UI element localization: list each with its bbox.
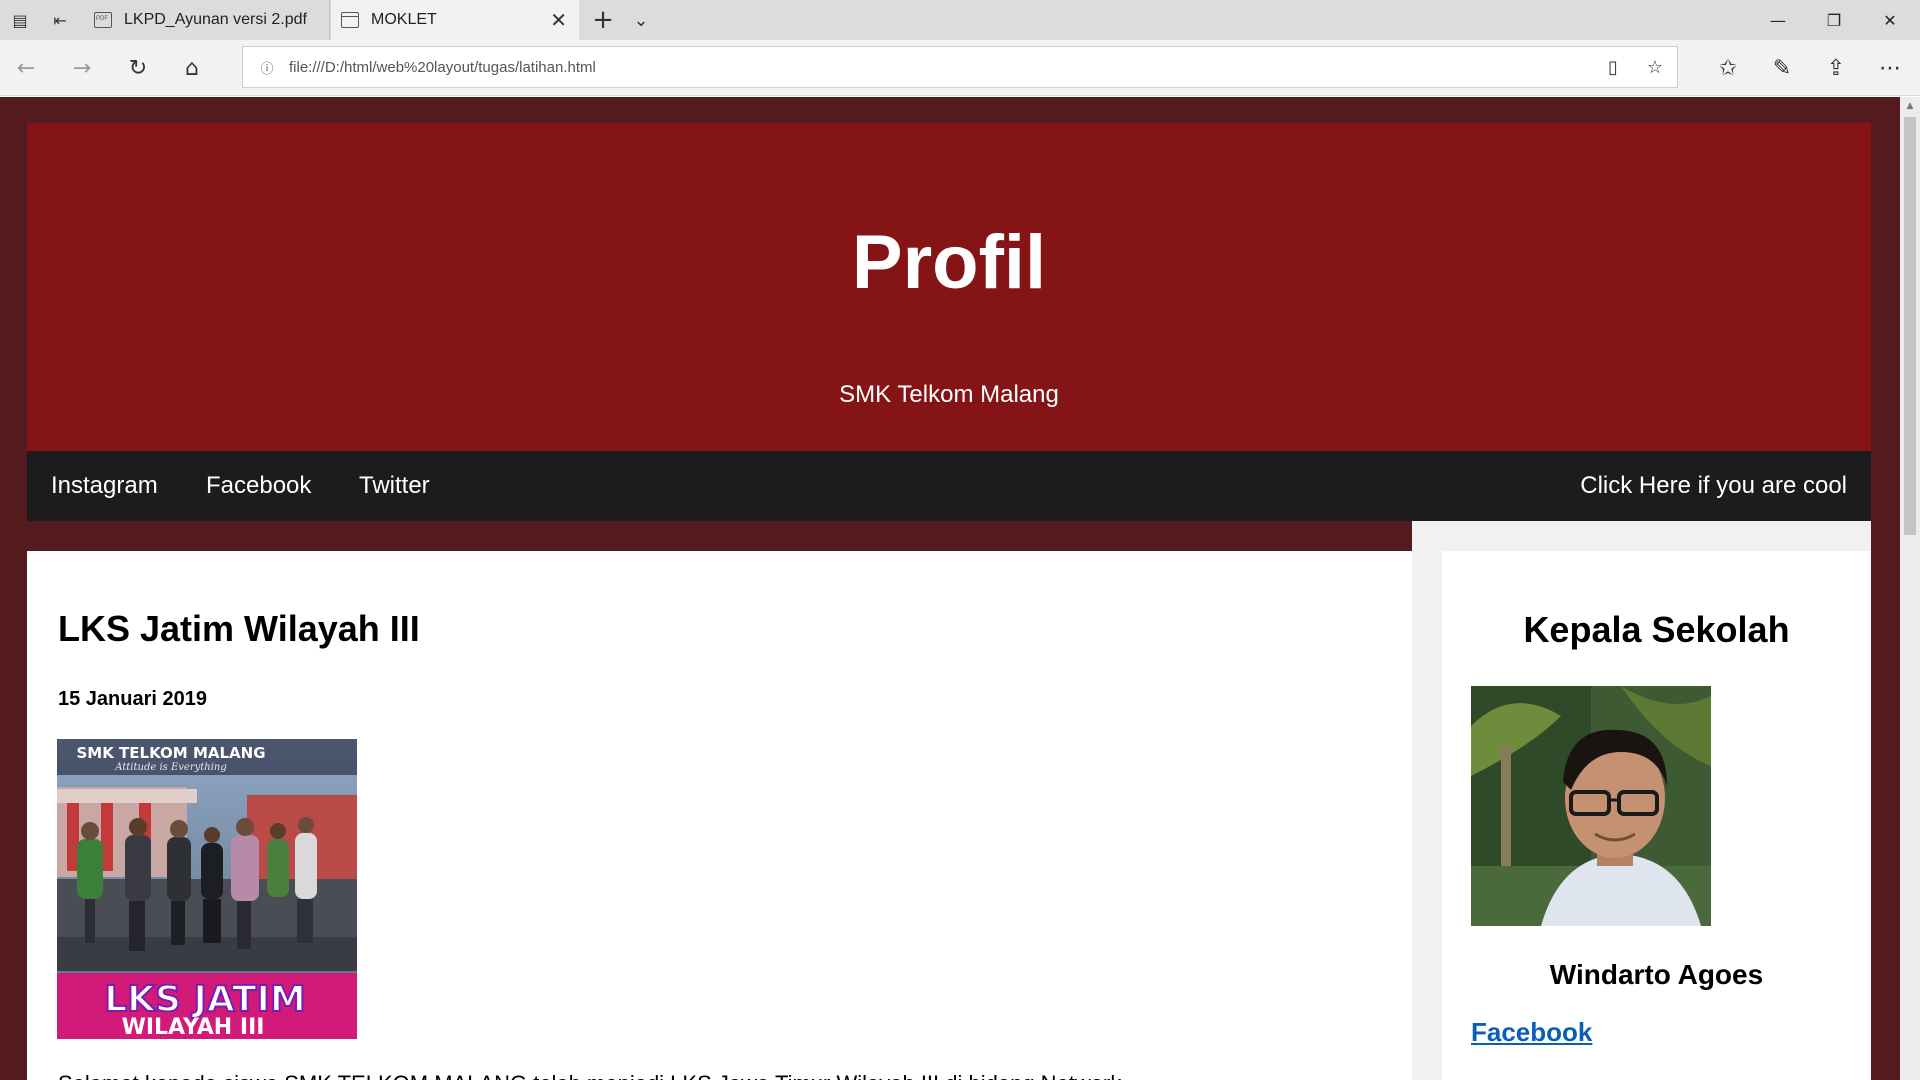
article-date: 15 Januari 2019 [58,688,207,710]
forward-arrow-icon[interactable]: → [56,40,108,96]
minimize-icon[interactable]: — [1750,0,1806,40]
sidebar-title: Kepala Sekolah [1523,609,1790,650]
lks-poster-graphic: SMK TELKOM MALANG Attitude is Everything… [57,739,357,1039]
nav-link-twitter[interactable]: Twitter [359,451,430,521]
top-navigation: Instagram Facebook Twitter Click Here if… [27,451,1871,521]
tab-lkpd-pdf[interactable]: LKPD_Ayunan versi 2.pdf [84,0,330,40]
more-options-icon[interactable]: ⋯ [1864,40,1916,96]
article-title: LKS Jatim Wilayah III [58,608,420,649]
web-note-pen-icon[interactable]: ✎ [1756,40,1808,96]
nav-link-instagram[interactable]: Instagram [51,451,158,521]
browser-tab-bar: ▤ ⇤ LKPD_Ayunan versi 2.pdf MOKLET ✕ + ⌄… [0,0,1920,40]
principal-facebook-link[interactable]: Facebook [1471,1017,1592,1048]
tab-label: MOKLET [371,11,437,28]
favorite-star-icon[interactable]: ☆ [1635,47,1675,87]
site-info-icon[interactable]: ⓘ [255,47,279,87]
address-url[interactable]: file:///D:/html/web%20layout/tugas/latih… [289,47,596,87]
scroll-up-arrow-icon[interactable]: ▲ [1900,97,1920,115]
principal-card: Kepala Sekolah Windarto Agoes Facebook [1442,551,1871,1080]
nav-link-cool[interactable]: Click Here if you are cool [1580,451,1847,521]
restore-icon[interactable]: ❐ [1806,0,1862,40]
poster-banner-line1: LKS JATIM [104,979,306,1020]
pdf-file-icon [94,12,112,28]
tab-list-chevron-icon[interactable]: ⌄ [624,0,658,40]
article-paragraph: Selamat kepada siswa SMK TELKOM MALANG t… [58,1071,1121,1080]
tab-label: LKPD_Ayunan versi 2.pdf [124,11,307,28]
back-arrow-icon[interactable]: ← [0,40,52,96]
home-icon[interactable]: ⌂ [166,40,218,96]
tab-actions-icon[interactable]: ▤ [0,0,40,40]
page-title: Profil [851,220,1047,305]
refresh-icon[interactable]: ↻ [112,40,164,96]
page-header: Profil SMK Telkom Malang [27,123,1871,451]
tab-moklet[interactable]: MOKLET ✕ [331,0,579,40]
article-card: LKS Jatim Wilayah III 15 Januari 2019 SM… [27,551,1412,1080]
poster-banner-line2: WILAYAH III [122,1015,265,1039]
portrait-graphic [1471,686,1711,926]
principal-name: Windarto Agoes [1549,959,1764,990]
principal-portrait [1471,686,1711,926]
address-bar[interactable]: ⓘ file:///D:/html/web%20layout/tugas/lat… [242,46,1678,88]
close-tab-icon[interactable]: ✕ [550,0,567,40]
poster-school-name: SMK TELKOM MALANG [76,744,265,762]
share-icon[interactable]: ⇪ [1810,40,1862,96]
page-viewport: Profil SMK Telkom Malang Instagram Faceb… [0,97,1900,1080]
page-icon [341,12,359,28]
poster-tagline: Attitude is Everything [114,762,227,773]
nav-link-facebook[interactable]: Facebook [206,451,311,521]
reading-view-icon[interactable]: ▯ [1593,47,1633,87]
scrollbar-thumb[interactable] [1904,117,1916,535]
article-image: SMK TELKOM MALANG Attitude is Everything… [57,739,357,1039]
favorites-hub-icon[interactable]: ✩ [1702,40,1754,96]
browser-toolbar: ← → ↻ ⌂ ⓘ file:///D:/html/web%20layout/t… [0,40,1920,96]
sidebar: Kepala Sekolah Windarto Agoes Facebook [1412,521,1871,1080]
page-subtitle: SMK Telkom Malang [839,381,1059,408]
page-scrollbar[interactable]: ▲ [1900,97,1920,1080]
close-window-icon[interactable]: ✕ [1862,0,1918,40]
new-tab-icon[interactable]: + [586,0,620,40]
set-tabs-aside-icon[interactable]: ⇤ [40,0,80,40]
